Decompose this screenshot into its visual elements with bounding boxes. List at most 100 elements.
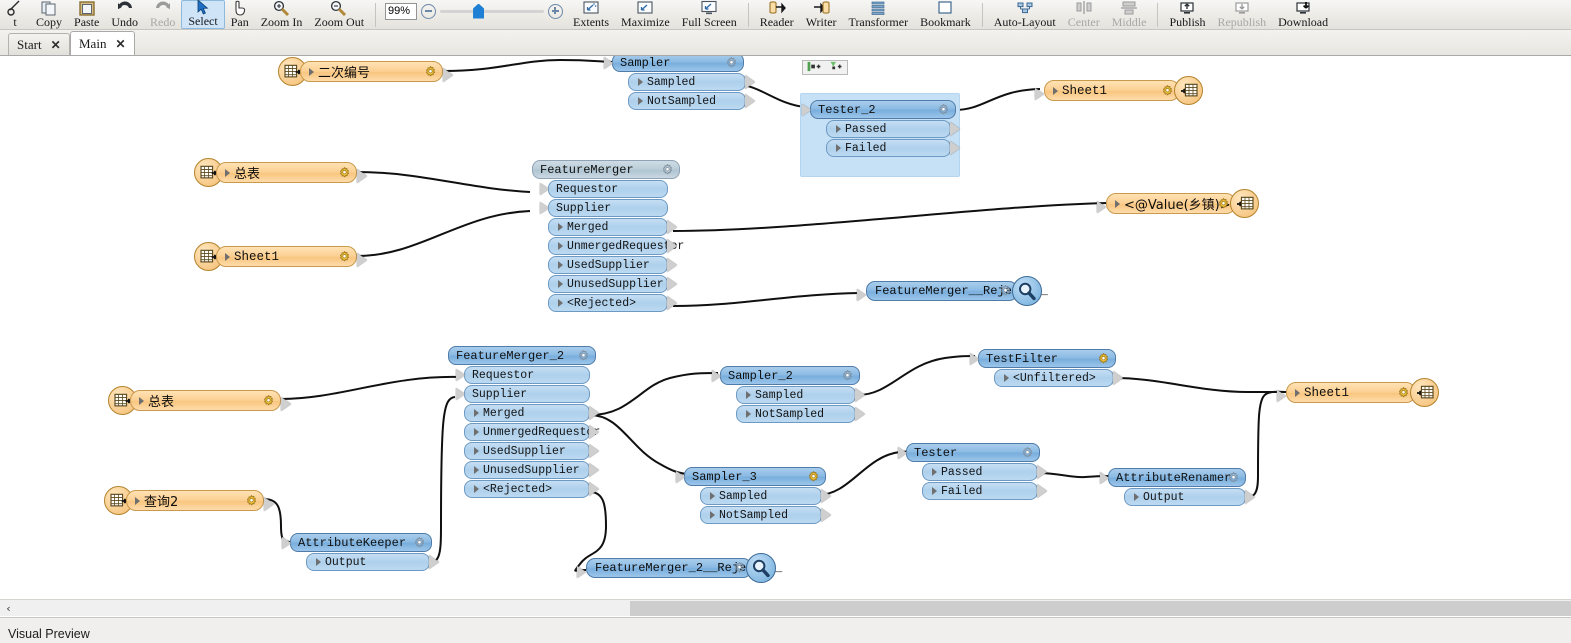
toolbar-button-extents[interactable]: Extents (567, 0, 615, 29)
transformer-node[interactable]: FeatureMergerRequestorSupplierMergedUnme… (532, 160, 680, 312)
gear-icon[interactable] (1021, 446, 1034, 459)
transformer-header[interactable]: Sampler (612, 56, 744, 72)
collapse-triangle-icon[interactable] (225, 169, 230, 177)
toolbar-button-bookmark[interactable]: Bookmark (914, 0, 977, 29)
inspector-body[interactable]: FeatureMerger_2__Rejected_ (586, 558, 752, 578)
transformer-node[interactable]: AttributeRenamerOutput (1108, 468, 1246, 506)
transformer-node[interactable]: Sampler_3SampledNotSampled (684, 467, 826, 524)
transformer-node[interactable]: TesterPassedFailed (906, 443, 1040, 500)
collapse-triangle-icon[interactable] (135, 497, 140, 505)
transformer-node[interactable]: Sampler_2SampledNotSampled (720, 366, 860, 423)
inspector-node[interactable]: FeatureMerger__Rejected_ (866, 281, 1018, 301)
inspector-body[interactable]: FeatureMerger__Rejected_ (866, 281, 1018, 301)
transformer-header[interactable]: FeatureMerger_2 (448, 346, 596, 365)
reader-body[interactable]: 总表 (216, 162, 357, 183)
output-port[interactable]: Output (1124, 488, 1246, 506)
toolbar-button-undo[interactable]: Undo (105, 0, 144, 29)
transformer-node[interactable]: FeatureMerger_2RequestorSupplierMergedUn… (448, 346, 596, 498)
reader-node[interactable]: 二次编号 (278, 61, 443, 82)
visual-preview-label[interactable]: Visual Preview (0, 627, 90, 643)
gear-icon[interactable] (937, 103, 950, 116)
writer-body[interactable]: <@Value(乡镇)> (1106, 193, 1236, 214)
output-port[interactable]: UnusedSupplier (464, 461, 590, 479)
transformer-header[interactable]: Tester (906, 443, 1040, 462)
tab-close-icon[interactable]: ✕ (51, 38, 61, 52)
gear-icon[interactable] (807, 470, 820, 483)
gear-icon[interactable] (725, 56, 738, 69)
collapse-triangle-icon[interactable] (1115, 200, 1120, 208)
reader-body[interactable]: Sheet1 (216, 246, 357, 267)
gear-icon[interactable] (338, 250, 351, 263)
gear-icon[interactable] (1217, 197, 1230, 210)
output-port[interactable]: <Rejected> (548, 294, 668, 312)
reader-body[interactable]: 查询2 (126, 490, 264, 511)
toolbar-button-transformer[interactable]: Transformer (843, 0, 915, 29)
toolbar-button-auto-layout[interactable]: Auto-Layout (988, 0, 1062, 29)
gear-icon[interactable] (1097, 352, 1110, 365)
output-port[interactable]: NotSampled (700, 506, 822, 524)
magnifier-icon[interactable] (746, 553, 776, 583)
writer-node[interactable]: Sheet1 (1286, 382, 1416, 403)
tab-close-icon[interactable]: ✕ (115, 37, 125, 51)
toolbar-button-zoom-out[interactable]: Zoom Out (308, 0, 370, 29)
output-port[interactable]: Failed (826, 139, 951, 157)
output-port[interactable]: UnmergedRequestor (464, 423, 590, 441)
gear-icon[interactable] (262, 394, 275, 407)
collapse-triangle-icon[interactable] (309, 68, 314, 76)
output-port[interactable]: <Rejected> (464, 480, 590, 498)
output-port[interactable]: NotSampled (628, 92, 746, 110)
toolbar-button-writer[interactable]: Writer (800, 0, 843, 29)
add-reader-icon[interactable] (806, 59, 822, 77)
collapse-triangle-icon[interactable] (1295, 389, 1300, 397)
transformer-header[interactable]: AttributeKeeper (290, 533, 432, 552)
output-port[interactable]: UsedSupplier (464, 442, 590, 460)
toolbar-button-copy[interactable]: Copy (30, 0, 68, 29)
gear-icon[interactable] (424, 65, 437, 78)
collapse-triangle-icon[interactable] (225, 253, 230, 261)
zoom-level-input[interactable]: 99% (385, 3, 417, 20)
zoom-minus-button[interactable] (421, 4, 436, 19)
reader-node[interactable]: 总表 (194, 162, 357, 183)
output-port[interactable]: Merged (464, 404, 590, 422)
collapse-triangle-icon[interactable] (1053, 87, 1058, 95)
toolbar-button-reader[interactable]: Reader (754, 0, 800, 29)
toolbar-button-hand[interactable]: Pan (225, 0, 255, 29)
writer-node[interactable]: Sheet1 (1044, 80, 1180, 101)
input-port[interactable]: Supplier (464, 385, 590, 403)
output-port[interactable]: Failed (922, 482, 1038, 500)
output-port[interactable]: <Unfiltered> (994, 369, 1114, 387)
transformer-header[interactable]: FeatureMerger (532, 160, 680, 179)
toolbar-button-paste[interactable]: Paste (68, 0, 105, 29)
transformer-node[interactable]: Tester_2PassedFailed (810, 100, 956, 157)
output-port[interactable]: Sampled (736, 386, 856, 404)
transformer-node[interactable]: TestFilter<Unfiltered> (978, 349, 1116, 387)
zoom-plus-button[interactable] (548, 4, 563, 19)
transformer-header[interactable]: Sampler_2 (720, 366, 860, 385)
reader-node[interactable]: 总表 (108, 390, 281, 411)
output-port[interactable]: UsedSupplier (548, 256, 668, 274)
output-port[interactable]: Sampled (628, 73, 746, 91)
reader-node[interactable]: 查询2 (104, 490, 264, 511)
collapse-triangle-icon[interactable] (139, 397, 144, 405)
gear-icon[interactable] (661, 163, 674, 176)
output-port[interactable]: Sampled (700, 487, 822, 505)
toolbar-button-publish[interactable]: Publish (1163, 0, 1211, 29)
output-port[interactable]: NotSampled (736, 405, 856, 423)
reader-body[interactable]: 二次编号 (300, 61, 443, 82)
transformer-header[interactable]: Tester_2 (810, 100, 956, 119)
gear-icon[interactable] (841, 369, 854, 382)
scrollbar-thumb[interactable] (630, 601, 1571, 616)
gear-icon[interactable] (1397, 386, 1410, 399)
toolbar-button-maximize[interactable]: Maximize (615, 0, 676, 29)
reader-node[interactable]: Sheet1 (194, 246, 357, 267)
input-port[interactable]: Supplier (548, 199, 668, 217)
input-port[interactable]: Requestor (464, 366, 590, 384)
output-port[interactable]: UnmergedRequestor (548, 237, 668, 255)
writer-body[interactable]: Sheet1 (1286, 382, 1416, 403)
toolbar-button-zoom-in[interactable]: Zoom In (255, 0, 309, 29)
toolbar-button-download[interactable]: Download (1272, 0, 1334, 29)
magnifier-icon[interactable] (1012, 276, 1042, 306)
toolbar-button-full-screen[interactable]: Full Screen (676, 0, 743, 29)
gear-icon[interactable] (245, 494, 258, 507)
gear-icon[interactable] (338, 166, 351, 179)
